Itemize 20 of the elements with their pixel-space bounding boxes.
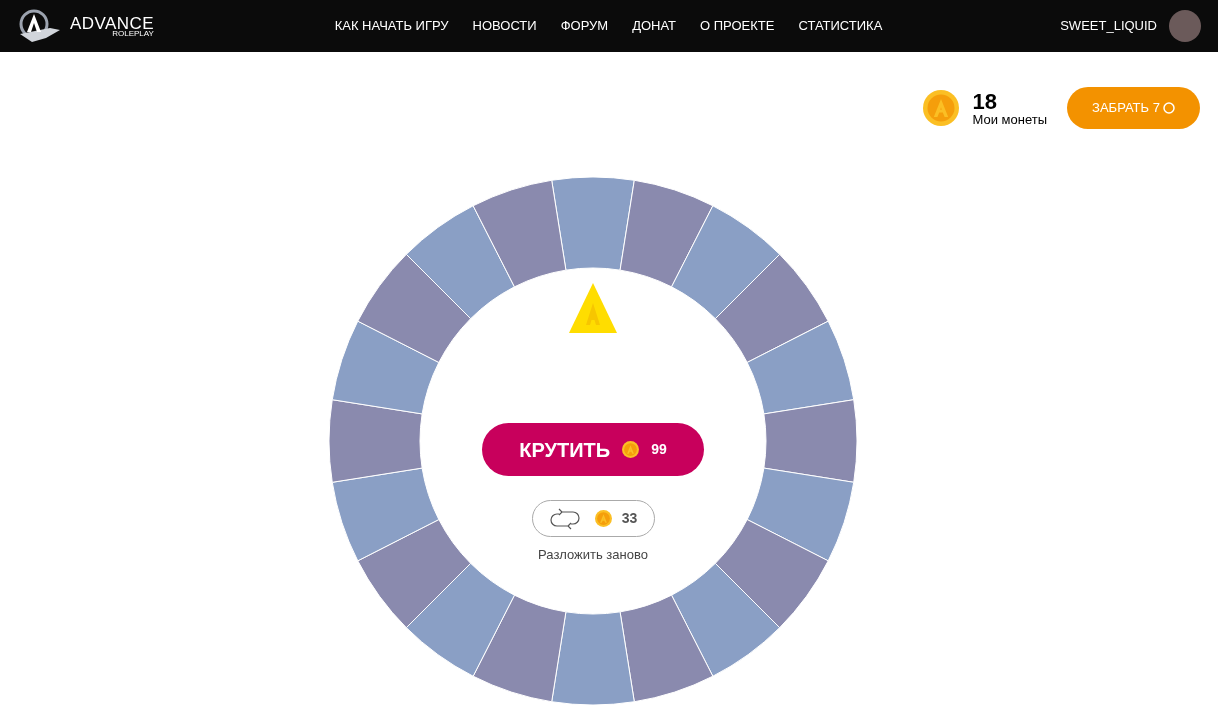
logo-subtext: ROLEPLAY	[112, 29, 154, 38]
triangle-pointer-icon	[569, 283, 617, 333]
nav-link[interactable]: КАК НАЧАТЬ ИГРУ	[334, 16, 449, 36]
coin-icon	[923, 90, 960, 126]
nav-link[interactable]: ДОНАТ	[632, 16, 677, 36]
coin-icon	[594, 510, 612, 527]
coin-balance-label: Мои монеты	[972, 112, 1047, 126]
username[interactable]: SWEET_LIQUID	[1060, 16, 1157, 36]
nav-link[interactable]: О ПРОЕКТЕ	[700, 16, 775, 36]
ring-icon	[1162, 102, 1175, 114]
coin-balance: 18	[972, 90, 998, 113]
coin-icon	[622, 441, 640, 458]
spin-button[interactable]: КРУТИТЬ 99	[482, 423, 704, 476]
reshuffle-button[interactable]: 33	[531, 500, 655, 537]
nav-link[interactable]: СТАТИСТИКА	[798, 16, 883, 36]
repeat-icon	[548, 506, 581, 531]
reshuffle-label: Разложить заново	[538, 546, 648, 564]
nav-link[interactable]: ФОРУМ	[560, 16, 609, 36]
nav-link[interactable]: НОВОСТИ	[472, 16, 537, 36]
avatar[interactable]	[1169, 10, 1201, 42]
